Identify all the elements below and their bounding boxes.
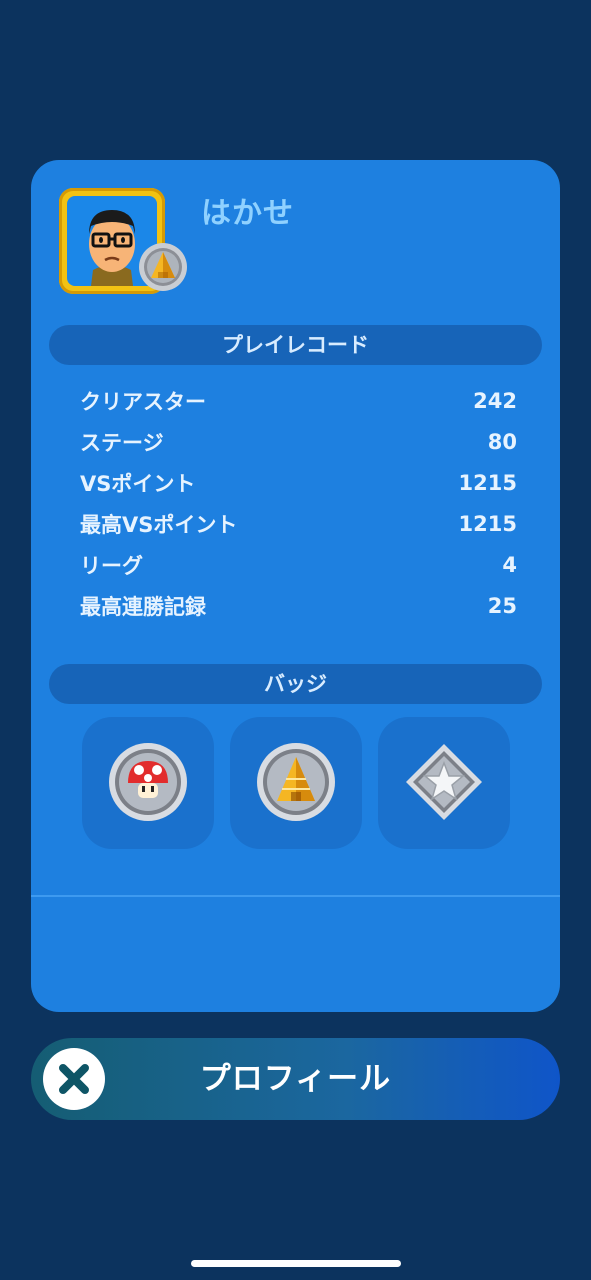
profile-button-label: プロフィール [199, 1061, 392, 1097]
record-label: ステージ [80, 430, 164, 455]
play-record-header: プレイレコード [49, 325, 542, 365]
record-row-stages: ステージ 80 [80, 421, 517, 462]
record-row-clear-stars: クリアスター 242 [80, 380, 517, 421]
home-indicator[interactable] [191, 1260, 401, 1267]
record-row-best-win-streak: 最高連勝記録 25 [80, 585, 517, 626]
record-value: 1215 [458, 470, 517, 495]
pyramid-badge-icon [257, 743, 335, 821]
record-value: 80 [487, 429, 517, 454]
record-row-best-vs-points: 最高VSポイント 1215 [80, 503, 517, 544]
record-row-vs-points: VSポイント 1215 [80, 462, 517, 503]
play-record-list: クリアスター 242 ステージ 80 VSポイント 1215 最高VSポイント … [80, 380, 517, 626]
profile-close-button[interactable]: プロフィール [31, 1038, 560, 1120]
record-value: 1215 [458, 511, 517, 536]
player-name: はかせ [201, 196, 294, 231]
pyramid-badge-icon [139, 243, 187, 291]
record-value: 25 [487, 593, 517, 618]
divider [31, 895, 560, 897]
profile-card: はかせ プレイレコード クリアスター 242 ステージ 80 VSポイント 12… [31, 160, 560, 1012]
record-value: 4 [502, 552, 517, 577]
record-label: 最高連勝記録 [80, 594, 206, 619]
record-value: 242 [473, 388, 517, 413]
record-label: リーグ [80, 553, 143, 578]
badge-list [82, 717, 510, 849]
close-icon [59, 1064, 89, 1094]
badge-slot-star[interactable] [378, 717, 510, 849]
badge-slot-mushroom[interactable] [82, 717, 214, 849]
badges-header: バッジ [49, 664, 542, 704]
record-label: クリアスター [80, 389, 206, 414]
close-button[interactable] [43, 1048, 105, 1110]
record-label: 最高VSポイント [80, 512, 238, 537]
record-label: VSポイント [80, 471, 196, 496]
star-badge-icon [406, 744, 482, 820]
record-row-league: リーグ 4 [80, 544, 517, 585]
badge-slot-pyramid[interactable] [230, 717, 362, 849]
mushroom-badge-icon [109, 743, 187, 821]
